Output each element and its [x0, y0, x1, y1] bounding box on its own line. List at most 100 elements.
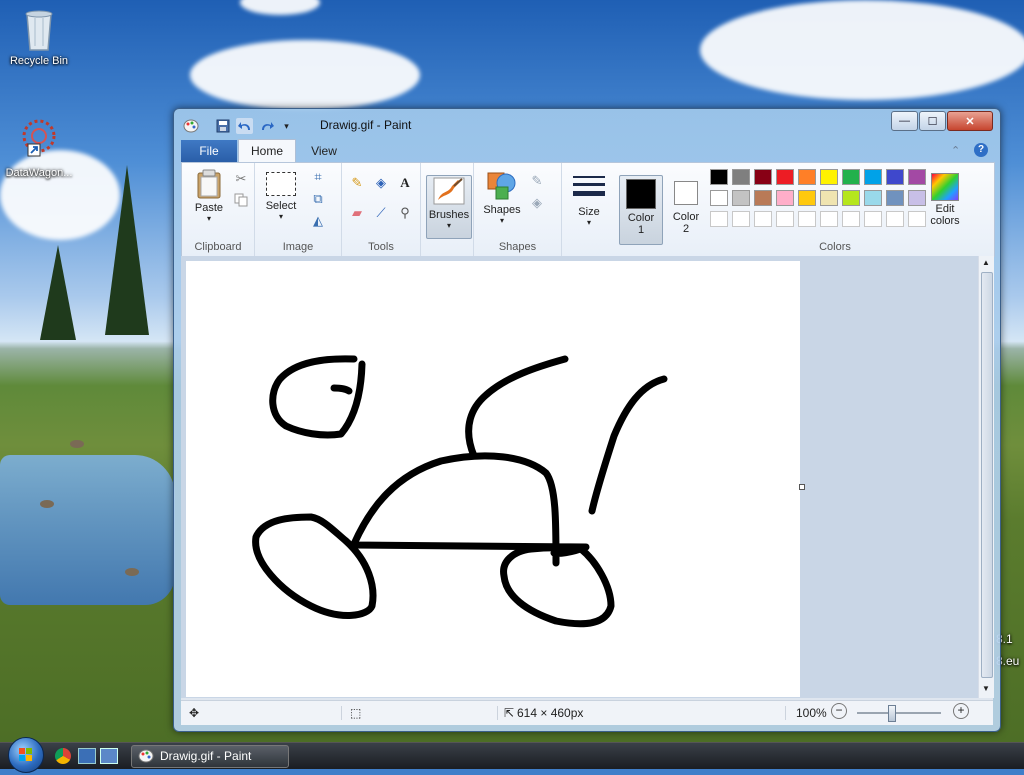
color-swatch[interactable]: [864, 169, 882, 185]
brushes-group: Brushes ▾: [421, 163, 474, 256]
vertical-scrollbar[interactable]: ▲ ▼: [978, 256, 994, 698]
custom-color-slot[interactable]: [798, 211, 816, 227]
color-swatch[interactable]: [798, 190, 816, 206]
color-swatch[interactable]: [732, 190, 750, 206]
custom-color-slot[interactable]: [842, 211, 860, 227]
taskbar-item-label: Drawig.gif - Paint: [160, 749, 252, 763]
fill-icon[interactable]: ◈: [372, 175, 390, 191]
drawing-canvas[interactable]: [186, 261, 800, 697]
rotate-icon[interactable]: ◭: [309, 213, 327, 229]
tab-home[interactable]: Home: [238, 139, 296, 162]
color-swatch[interactable]: [754, 169, 772, 185]
color2-number: 2: [682, 223, 690, 235]
desktop-icon-recycle-bin[interactable]: Recycle Bin: [1, 6, 77, 67]
paint-window: ▾ Drawig.gif - Paint — ☐ ✕ File Home Vie…: [173, 108, 1001, 732]
color-swatch[interactable]: [886, 169, 904, 185]
custom-color-slot[interactable]: [864, 211, 882, 227]
color-swatch[interactable]: [842, 190, 860, 206]
custom-color-slot[interactable]: [732, 211, 750, 227]
color-swatch[interactable]: [820, 169, 838, 185]
close-button[interactable]: ✕: [947, 111, 993, 131]
scroll-up-arrow[interactable]: ▲: [982, 258, 990, 267]
tab-file[interactable]: File: [181, 140, 237, 162]
color1-label: Color: [627, 212, 655, 224]
custom-color-slot[interactable]: [886, 211, 904, 227]
custom-color-slot[interactable]: [776, 211, 794, 227]
text-icon[interactable]: A: [396, 175, 414, 191]
brushes-button[interactable]: Brushes ▾: [426, 175, 472, 239]
scroll-down-arrow[interactable]: ▼: [982, 684, 990, 693]
cloud: [700, 0, 1024, 100]
size-button[interactable]: Size ▾: [569, 173, 609, 227]
custom-color-slot[interactable]: [710, 211, 728, 227]
zoom-in-button[interactable]: +: [953, 703, 969, 719]
drawing-strokes: [252, 355, 668, 628]
redo-icon[interactable]: [258, 118, 275, 134]
zoom-slider-track[interactable]: [857, 712, 941, 714]
show-desktop-icon[interactable]: [78, 748, 96, 764]
paste-label: Paste: [194, 202, 224, 214]
color-swatch[interactable]: [798, 169, 816, 185]
minimize-ribbon-icon[interactable]: ⌃: [951, 144, 960, 157]
paste-button[interactable]: Paste ▾: [188, 169, 230, 223]
zoom-out-button[interactable]: −: [831, 703, 847, 719]
maximize-button[interactable]: ☐: [919, 111, 946, 131]
scissors-icon[interactable]: ✂: [232, 171, 250, 187]
save-icon[interactable]: [214, 118, 231, 134]
customize-dropdown-icon[interactable]: ▾: [278, 118, 295, 134]
pine-tree: [105, 165, 149, 335]
edit-colors-label: Edit: [935, 203, 955, 215]
undo-icon[interactable]: [236, 118, 253, 134]
color-swatch[interactable]: [842, 169, 860, 185]
color-swatch[interactable]: [776, 169, 794, 185]
edit-colors-label: colors: [930, 215, 960, 227]
color-swatch[interactable]: [732, 169, 750, 185]
ribbon: Paste ▾ ✂ Clipboard Select ▾ ⌗ ⧉ ◭ Image…: [181, 162, 995, 257]
shape-fill-icon[interactable]: ◈: [528, 195, 546, 211]
help-icon[interactable]: ?: [974, 143, 988, 157]
custom-color-slot[interactable]: [754, 211, 772, 227]
taskbar-item-paint[interactable]: Drawig.gif - Paint: [131, 745, 289, 768]
stroke-arc: [465, 355, 569, 460]
group-label: Colors: [819, 241, 851, 253]
status-bar: ✥ ⬚ ⇱ 614 × 460px 100% − +: [181, 700, 993, 725]
color-swatch[interactable]: [754, 190, 772, 206]
paint-app-icon: [138, 749, 154, 766]
minimize-button[interactable]: —: [891, 111, 918, 131]
desktop-icon-datawagon[interactable]: DataWagon...: [1, 114, 77, 179]
shapes-button[interactable]: Shapes ▾: [480, 171, 524, 225]
resize-icon[interactable]: ⧉: [309, 191, 327, 207]
color-swatch[interactable]: [710, 190, 728, 206]
outline-icon[interactable]: ✎: [528, 173, 546, 189]
color1-button[interactable]: Color 1: [619, 175, 663, 245]
color-swatch[interactable]: [886, 190, 904, 206]
color-picker-icon[interactable]: ⟋: [372, 205, 390, 221]
pencil-icon[interactable]: ✎: [348, 175, 366, 191]
rainbow-icon: [931, 173, 959, 201]
tab-view[interactable]: View: [299, 140, 349, 162]
edit-colors-button[interactable]: Edit colors: [923, 173, 967, 227]
eraser-icon[interactable]: ▰: [348, 205, 366, 221]
scroll-thumb[interactable]: [981, 272, 993, 678]
color2-label: Color: [672, 211, 700, 223]
magnifier-icon[interactable]: ⚲: [396, 205, 414, 221]
chrome-icon[interactable]: [55, 748, 71, 764]
canvas-resize-handle[interactable]: [799, 484, 805, 490]
select-button[interactable]: Select ▾: [263, 172, 299, 221]
color-swatch[interactable]: [776, 190, 794, 206]
crop-icon[interactable]: ⌗: [309, 169, 327, 185]
color-swatch[interactable]: [820, 190, 838, 206]
color-swatch[interactable]: [864, 190, 882, 206]
shapes-label: Shapes: [483, 204, 521, 216]
size-group: Size ▾: [562, 163, 616, 256]
custom-color-slot[interactable]: [820, 211, 838, 227]
switch-windows-icon[interactable]: [100, 748, 118, 764]
zoom-slider-thumb[interactable]: [887, 705, 896, 722]
color2-button[interactable]: Color 2: [665, 175, 707, 235]
paint-app-icon[interactable]: [182, 118, 199, 134]
color-swatch[interactable]: [710, 169, 728, 185]
copy-icon[interactable]: [232, 192, 250, 208]
title-bar[interactable]: ▾ Drawig.gif - Paint — ☐ ✕: [174, 109, 1000, 139]
rock: [70, 440, 84, 448]
cursor-position-icon: ✥: [189, 706, 200, 720]
